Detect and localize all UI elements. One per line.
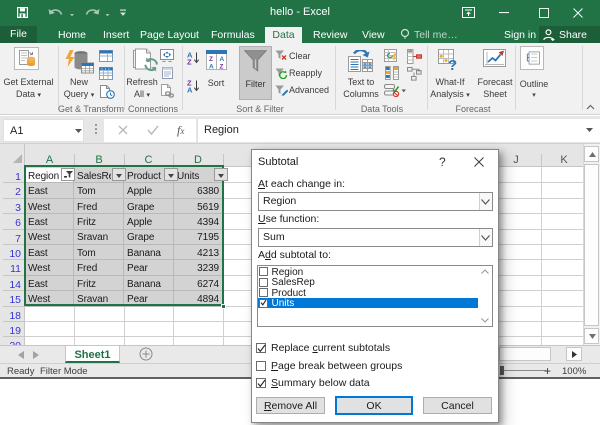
svg-text:Z: Z bbox=[209, 56, 213, 63]
svg-text:Z: Z bbox=[187, 58, 192, 66]
svg-text:A: A bbox=[209, 64, 214, 71]
svg-text:A: A bbox=[220, 56, 225, 63]
svg-text:Z: Z bbox=[220, 64, 224, 71]
svg-text:?: ? bbox=[448, 57, 457, 70]
svg-text:A: A bbox=[187, 86, 193, 94]
